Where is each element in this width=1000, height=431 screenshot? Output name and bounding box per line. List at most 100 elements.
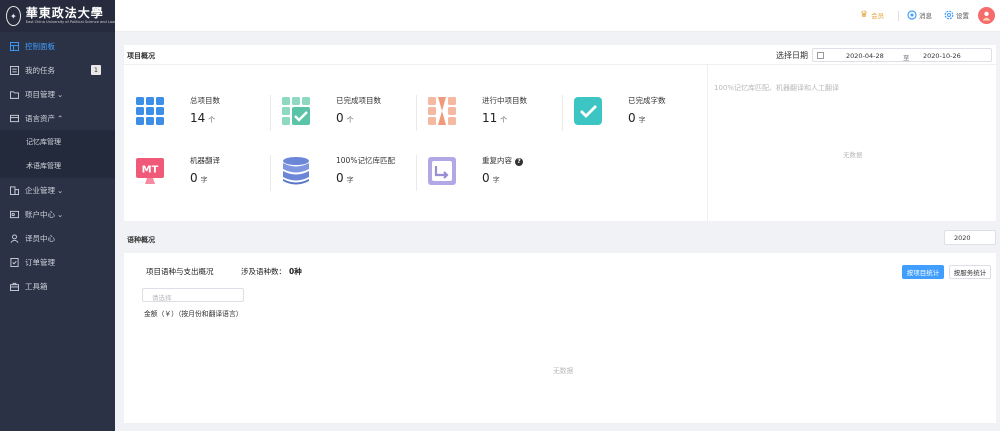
language-count: 涉及语种数： 0种 (241, 266, 302, 277)
settings-button[interactable]: 设置 (944, 10, 969, 20)
empty-state: 无数据 (843, 151, 863, 159)
help-icon[interactable]: ? (515, 157, 523, 166)
stat-label: 重复内容? (482, 155, 523, 166)
language-overview-header: 语种概况 2020 ⌄ (124, 228, 996, 250)
chevron-down-icon: ⌄ (57, 209, 64, 219)
sidebar-item-dashboard[interactable]: 控制面板 (0, 34, 115, 58)
chevron-down-icon: ⌄ (954, 234, 960, 242)
sidebar-subitem-term-management[interactable]: 术语库管理 (0, 154, 115, 178)
empty-state: 无数据 (553, 367, 574, 375)
stat-repeated-content: 重复内容? 0字 (416, 149, 556, 197)
stat-unit: 字 (200, 176, 208, 184)
stat-label: 总项目数 (190, 96, 220, 105)
chevron-down-icon: ⌄ (152, 291, 158, 299)
task-count-badge: 1 (91, 65, 101, 75)
stat-in-progress-projects: 进行中项目数 11 个 (416, 89, 556, 137)
folder-icon (9, 89, 19, 99)
university-seal-icon: ✦ (6, 6, 21, 26)
member-button[interactable]: ♛ 会员 (860, 10, 884, 20)
stat-value: 0个 (336, 111, 354, 125)
stat-label-text: 重复内容 (482, 156, 512, 165)
sidebar-item-project-management[interactable]: 项目管理 ⌄ (0, 82, 115, 106)
date-separator: 至 (903, 54, 910, 62)
messages-button[interactable]: 消息 (907, 10, 932, 20)
stat-label: 100%记忆库匹配 (336, 156, 395, 165)
sidebar-item-enterprise-management[interactable]: 企业管理 ⌄ (0, 178, 115, 202)
sidebar-item-my-tasks[interactable]: 我的任务 1 (0, 58, 115, 82)
gear-icon (944, 10, 954, 20)
sidebar-item-language-assets[interactable]: 语言资产 ⌃ (0, 106, 115, 130)
sidebar-item-translator-center[interactable]: 译员中心 (0, 226, 115, 250)
sidebar-item-label: 企业管理 (25, 185, 55, 195)
svg-text:MT: MT (142, 165, 159, 176)
toolbox-icon (9, 281, 19, 291)
chevron-down-icon: ⌄ (57, 185, 64, 195)
stat-value: 0字 (482, 171, 500, 185)
logo-text: 華東政法大學 East China University of Politica… (26, 7, 115, 25)
language-count-value: 0种 (289, 267, 302, 276)
by-project-stats-button[interactable]: 按项目统计 (902, 265, 944, 279)
logo-name: 華東政法大學 (25, 6, 104, 21)
stat-label: 已完成项目数 (336, 96, 381, 105)
crown-icon: ♛ (860, 10, 869, 20)
stat-completed-projects: 已完成项目数 0个 (270, 89, 410, 137)
stat-value: 0字 (628, 111, 646, 125)
year-select[interactable]: 2020 ⌄ (944, 230, 996, 245)
stat-number: 0 (336, 171, 344, 185)
sidebar-item-order-management[interactable]: 订单管理 (0, 250, 115, 274)
date-range-picker[interactable]: 2020-04-28 至 2020-10-26 (812, 48, 992, 62)
amount-axis-label: 金额（￥）（按月份和翻译语言） (144, 310, 243, 318)
stat-value: 11 个 (482, 111, 507, 125)
stat-number: 0 (336, 111, 344, 125)
chevron-down-icon: ⌄ (57, 89, 64, 99)
chevron-up-icon: ⌃ (57, 113, 64, 123)
logo[interactable]: ✦ 華東政法大學 East China University of Politi… (0, 0, 115, 32)
stat-unit: 个 (500, 116, 508, 124)
language-overview-title: 语种概况 (127, 236, 155, 244)
grid-check-icon (282, 97, 310, 125)
stat-label: 已完成字数 (628, 96, 666, 105)
account-icon (9, 209, 19, 219)
by-service-stats-button[interactable]: 按服务统计 (949, 265, 991, 279)
sidebar: ✦ 華東政法大學 East China University of Politi… (0, 0, 115, 431)
sidebar-subitem-memory-management[interactable]: 记忆库管理 (0, 130, 115, 154)
chart-legend-tip: 100%记忆库匹配、机器翻译和人工翻译 (714, 84, 840, 92)
sidebar-item-account-center[interactable]: 账户中心 ⌄ (0, 202, 115, 226)
calendar-icon (817, 52, 824, 59)
dashboard-icon (9, 41, 19, 51)
stat-unit: 字 (346, 176, 354, 184)
date-start[interactable]: 2020-04-28 (846, 52, 884, 60)
database-icon (283, 157, 309, 185)
member-label: 会员 (871, 12, 885, 20)
user-avatar-icon (982, 11, 991, 21)
stat-label: 机器翻译 (190, 156, 220, 165)
sidebar-item-label: 语言资产 (25, 113, 55, 123)
stat-unit: 字 (638, 116, 646, 124)
stat-label: 进行中项目数 (482, 96, 527, 105)
order-icon (9, 257, 19, 267)
messages-label: 消息 (919, 12, 932, 20)
app-root: ✦ 華東政法大學 East China University of Politi… (0, 0, 1000, 431)
stat-number: 14 (190, 111, 206, 125)
stat-machine-translation: MT 机器翻译 0字 (124, 149, 264, 197)
top-header: ♛ 会员 消息 设置 (115, 0, 1000, 32)
stat-total-projects: 总项目数 14 个 (124, 89, 264, 137)
stat-value: 14 个 (190, 111, 215, 125)
repeat-square-icon (428, 157, 456, 185)
project-overview-panel: 项目概况 选择日期 2020-04-28 至 2020-10-26 总项目数 1… (124, 45, 996, 221)
stat-unit: 字 (492, 176, 500, 184)
date-end[interactable]: 2020-10-26 (923, 52, 961, 60)
sidebar-nav: 控制面板 我的任务 1 项目管理 ⌄ 语言资产 ⌃ 记忆库管理 术语库管理 企业… (0, 34, 115, 298)
sidebar-item-toolbox[interactable]: 工具箱 (0, 274, 115, 298)
date-range-label: 选择日期 (776, 51, 808, 60)
stat-value: 0字 (190, 171, 208, 185)
stat-memory-match: 100%记忆库匹配 0字 (270, 149, 410, 197)
sidebar-item-label: 订单管理 (25, 257, 55, 267)
hourglass-grid-icon (428, 97, 456, 125)
project-overview-header: 项目概况 选择日期 2020-04-28 至 2020-10-26 (124, 45, 996, 65)
language-select[interactable]: 请选择 ⌄ (142, 288, 244, 302)
language-expense-title: 项目语种与支出概况 (146, 267, 214, 276)
avatar[interactable] (978, 7, 995, 24)
sidebar-item-label: 控制面板 (25, 41, 55, 51)
language-count-label: 涉及语种数： (241, 267, 286, 276)
